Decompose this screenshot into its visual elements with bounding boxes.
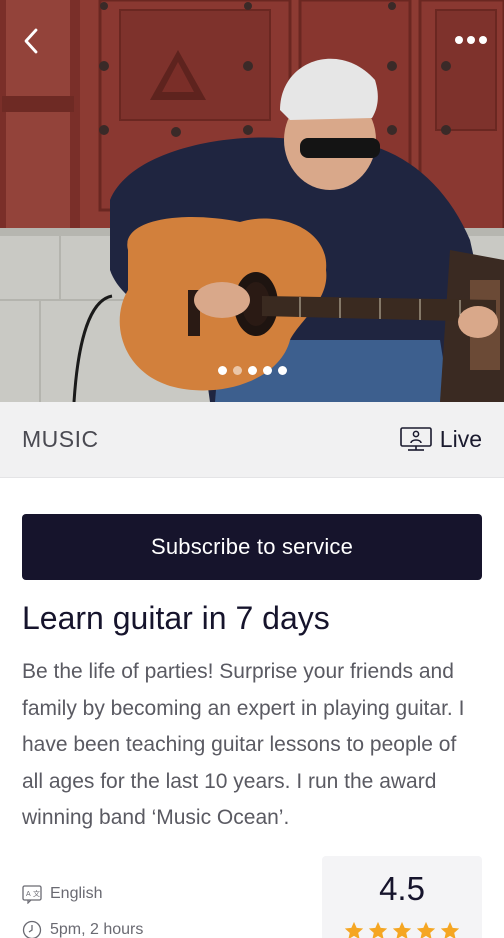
carousel-dot[interactable] [232,366,242,375]
carousel-dots [0,366,504,375]
language-label: English [50,885,103,902]
carousel-dot[interactable] [262,366,272,375]
course-meta: A 文 English 5pm, 2 hours [22,882,143,938]
svg-text:文: 文 [33,889,40,898]
rating-stars [322,920,482,938]
carousel-dot[interactable] [247,366,257,375]
hero-image [0,0,504,402]
more-horizontal-icon [455,36,487,44]
live-label: Live [439,426,482,452]
star-icon [344,921,364,938]
back-button[interactable] [14,26,48,56]
rating-card: 4.5 [322,856,482,938]
live-stream-icon [399,426,432,451]
star-icon [440,921,460,938]
live-indicator: Live [399,426,482,454]
more-options-button[interactable] [452,28,490,52]
category-label: MUSIC [22,426,99,452]
chevron-left-icon [24,28,38,54]
schedule-row: 5pm, 2 hours [22,918,143,938]
subscribe-button[interactable]: Subscribe to service [22,514,482,580]
star-icon [368,921,388,938]
star-icon [392,921,412,938]
carousel-dot[interactable] [277,366,287,375]
svg-text:A: A [26,891,31,898]
star-icon [416,921,436,938]
category-bar: MUSIC Live [0,402,504,478]
language-row: A 文 English [22,882,143,906]
schedule-label: 5pm, 2 hours [50,921,144,938]
carousel-dot[interactable] [217,366,227,375]
clock-icon [22,920,42,938]
course-title: Learn guitar in 7 days [22,600,330,636]
course-description: Be the life of parties! Surprise your fr… [22,660,465,829]
rating-value: 4.5 [379,870,425,907]
translate-icon: A 文 [22,885,42,904]
guitarist-photo [0,0,504,402]
